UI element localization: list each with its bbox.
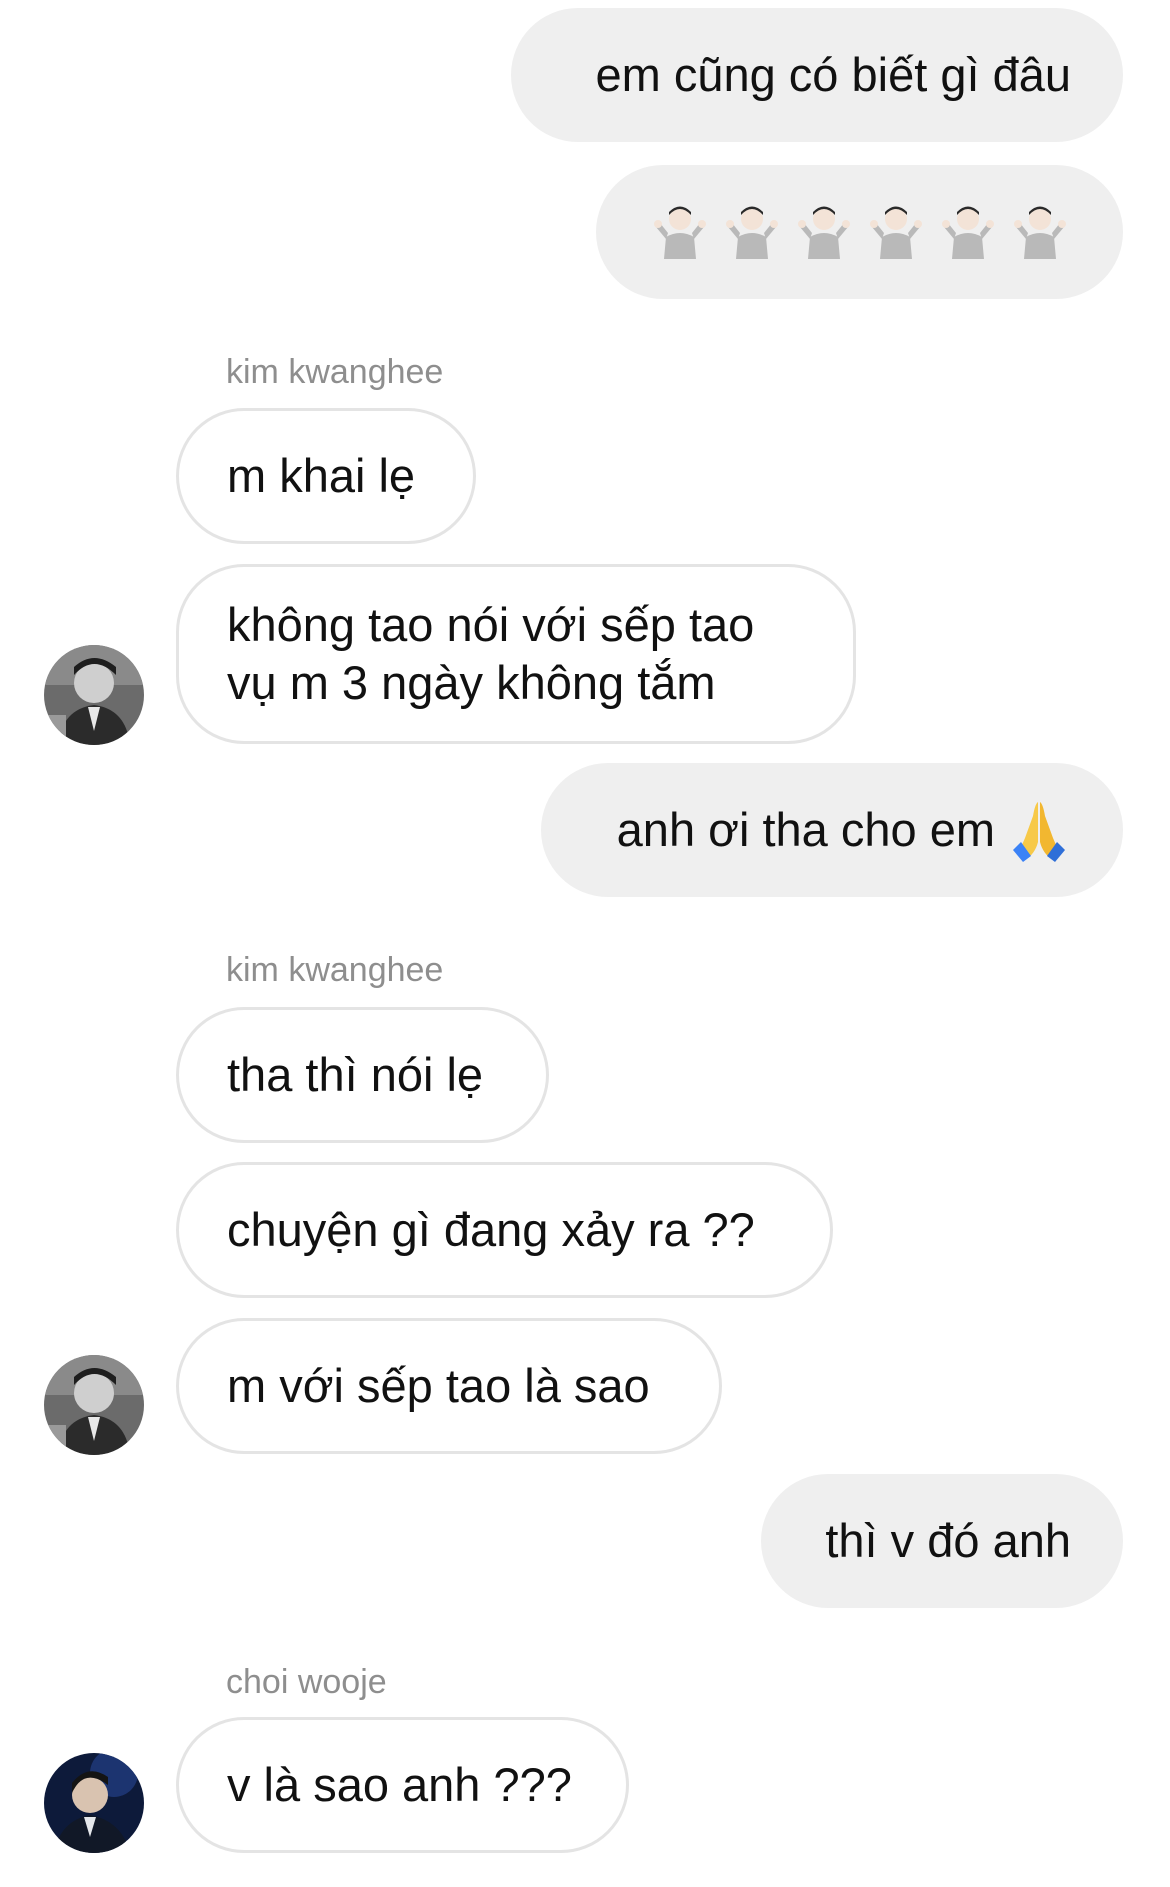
message-text: m với sếp tao là sao [227, 1359, 650, 1412]
sender-name: kim kwanghee [226, 353, 444, 391]
incoming-message[interactable]: v là sao anh ??? [176, 1717, 629, 1853]
person-shrugging-icon [725, 206, 778, 259]
person-shrugging-icon [869, 206, 922, 259]
avatar[interactable] [44, 645, 144, 745]
incoming-message[interactable]: không tao nói với sếp tao vụ m 3 ngày kh… [176, 564, 856, 744]
incoming-message[interactable]: m với sếp tao là sao [176, 1318, 722, 1454]
incoming-message[interactable]: chuyện gì đang xảy ra ?? [176, 1162, 833, 1298]
message-text: chuyện gì đang xảy ra ?? [227, 1203, 755, 1256]
person-shrugging-icon [1013, 206, 1066, 259]
emoji-row [652, 203, 1068, 261]
message-text: thì v đó anh [825, 1514, 1071, 1567]
message-text: em cũng có biết gì đâu [595, 48, 1071, 101]
sender-name: kim kwanghee [226, 951, 444, 989]
message-text: không tao nói với sếp tao vụ m 3 ngày kh… [227, 598, 755, 709]
person-shrugging-icon [797, 206, 850, 259]
outgoing-message[interactable]: anh ơi tha cho em [541, 763, 1123, 897]
incoming-message[interactable]: m khai lẹ [176, 408, 476, 544]
avatar[interactable] [44, 1753, 144, 1853]
avatar[interactable] [44, 1355, 144, 1455]
sender-name: choi wooje [226, 1663, 387, 1701]
message-text: v là sao anh ??? [227, 1758, 572, 1811]
person-shrugging-icon [941, 206, 994, 259]
message-text: m khai lẹ [227, 449, 416, 502]
outgoing-message[interactable]: thì v đó anh [761, 1474, 1123, 1608]
incoming-message[interactable]: tha thì nói lẹ [176, 1007, 549, 1143]
message-text: tha thì nói lẹ [227, 1048, 484, 1101]
folded-hands-icon [1013, 802, 1065, 862]
outgoing-message[interactable] [596, 165, 1123, 299]
person-shrugging-icon [653, 206, 706, 259]
outgoing-message[interactable]: em cũng có biết gì đâu [511, 8, 1123, 142]
message-text: anh ơi tha cho em [616, 803, 995, 856]
